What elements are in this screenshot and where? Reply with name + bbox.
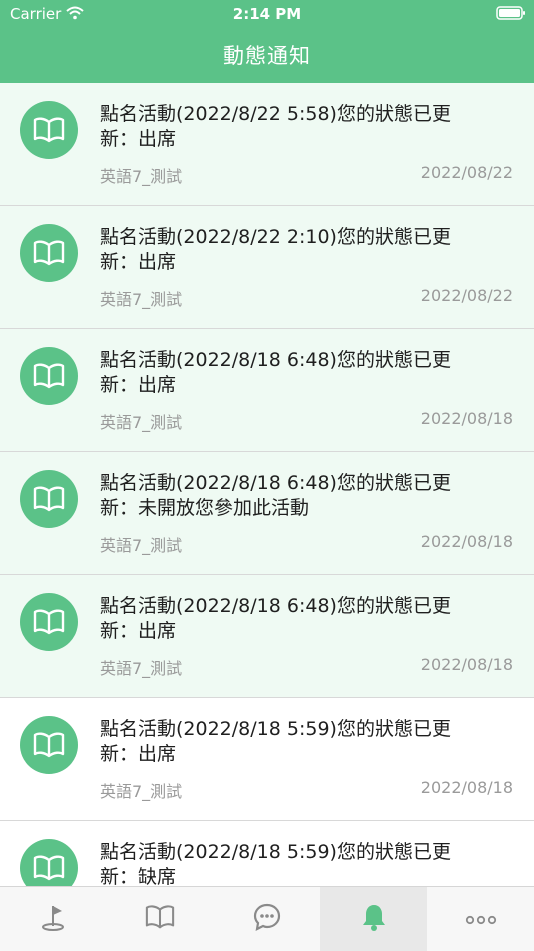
notification-row[interactable]: 點名活動(2022/8/18 6:48)您的狀態已更新：出席英語7_測試 2022… xyxy=(0,329,534,452)
book-icon xyxy=(33,732,65,758)
book-icon xyxy=(33,855,65,881)
notification-list[interactable]: 點名活動(2022/8/22 5:58)您的狀態已更新：出席英語7_測試 2022… xyxy=(0,83,534,886)
notification-date: 2022/08/22 xyxy=(420,286,513,305)
notification-course: 英語7_測試 xyxy=(100,413,183,432)
book-icon xyxy=(33,363,65,389)
book-icon xyxy=(145,904,175,934)
notification-date: 2022/08/18 xyxy=(420,532,513,551)
book-icon xyxy=(33,486,65,512)
notification-avatar xyxy=(20,101,78,159)
notification-message: 點名活動(2022/8/18 5:59)您的狀態已更新：缺席 xyxy=(100,841,451,886)
top-header: Carrier 2:14 PM 動態通知 xyxy=(0,0,534,83)
tab-bell[interactable] xyxy=(320,887,428,951)
notification-message: 點名活動(2022/8/18 6:48)您的狀態已更新：出席 xyxy=(100,595,451,642)
notification-course: 英語7_測試 xyxy=(100,659,183,678)
notification-message: 點名活動(2022/8/22 2:10)您的狀態已更新：出席 xyxy=(100,226,451,273)
battery-icon xyxy=(496,6,525,20)
notification-date: 2022/08/18 xyxy=(420,409,513,428)
notification-row[interactable]: 點名活動(2022/8/18 5:59)您的狀態已更新：出席英語7_測試 2022… xyxy=(0,698,534,821)
notification-avatar xyxy=(20,716,78,774)
notification-message: 點名活動(2022/8/18 6:48)您的狀態已更新：出席 xyxy=(100,349,451,396)
notification-date: 2022/08/18 xyxy=(420,778,513,797)
notification-course: 英語7_測試 xyxy=(100,290,183,309)
tab-more[interactable] xyxy=(427,887,534,951)
book-icon xyxy=(33,240,65,266)
notification-course: 英語7_測試 xyxy=(100,782,183,801)
notification-avatar xyxy=(20,224,78,282)
status-bar: Carrier 2:14 PM xyxy=(0,0,534,28)
book-icon xyxy=(33,609,65,635)
book-icon xyxy=(33,117,65,143)
notification-date: 2022/08/18 xyxy=(420,655,513,674)
notification-message: 點名活動(2022/8/22 5:58)您的狀態已更新：出席 xyxy=(100,103,451,150)
notification-row[interactable]: 點名活動(2022/8/22 2:10)您的狀態已更新：出席英語7_測試 2022… xyxy=(0,206,534,329)
more-icon xyxy=(465,910,497,929)
chat-bubble-icon xyxy=(252,902,282,936)
notification-course: 英語7_測試 xyxy=(100,167,183,186)
tab-chat-bubble[interactable] xyxy=(214,887,321,951)
notification-row[interactable]: 點名活動(2022/8/22 5:58)您的狀態已更新：出席英語7_測試 2022… xyxy=(0,83,534,206)
notification-message: 點名活動(2022/8/18 6:48)您的狀態已更新：未開放您參加此活動 xyxy=(100,472,451,519)
status-time: 2:14 PM xyxy=(232,5,302,23)
tab-book[interactable] xyxy=(107,887,214,951)
notification-avatar xyxy=(20,839,78,886)
notification-date: 2022/08/22 xyxy=(420,163,513,182)
notification-avatar xyxy=(20,470,78,528)
notification-row[interactable]: 點名活動(2022/8/18 5:59)您的狀態已更新：缺席英語7_測試2022… xyxy=(0,821,534,886)
notification-row[interactable]: 點名活動(2022/8/18 6:48)您的狀態已更新：出席英語7_測試 2022… xyxy=(0,575,534,698)
notification-message: 點名活動(2022/8/18 5:59)您的狀態已更新：出席 xyxy=(100,718,451,765)
page-title: 動態通知 xyxy=(223,44,311,68)
notification-row[interactable]: 點名活動(2022/8/18 6:48)您的狀態已更新：未開放您參加此活動英語7… xyxy=(0,452,534,575)
bell-icon xyxy=(360,902,388,936)
notification-avatar xyxy=(20,593,78,651)
golf-flag-icon xyxy=(38,902,68,936)
tab-golf-flag[interactable] xyxy=(0,887,107,951)
notification-course: 英語7_測試 xyxy=(100,536,183,555)
notification-avatar xyxy=(20,347,78,405)
tab-bar xyxy=(0,886,534,951)
